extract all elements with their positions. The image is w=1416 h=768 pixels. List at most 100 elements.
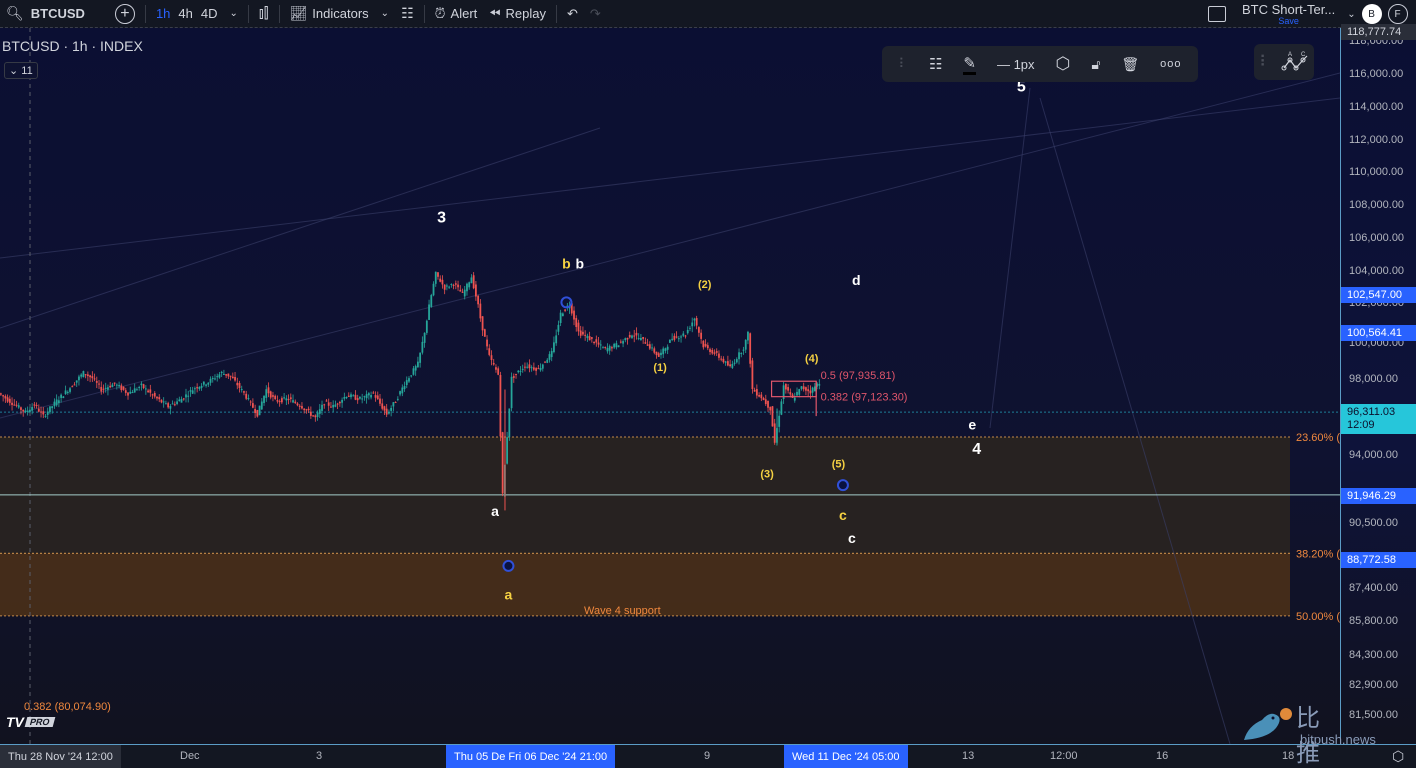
candle-body-320 (713, 352, 716, 354)
candle-body-71 (158, 397, 161, 400)
divider (144, 4, 146, 23)
candle-body-137 (305, 409, 308, 411)
fullscreen-icon[interactable] (1208, 6, 1226, 22)
candle-body-247 (550, 351, 553, 358)
retracement-box (770, 380, 817, 398)
axis-settings-icon[interactable]: ⬡ (1392, 748, 1404, 765)
candle-body-130 (289, 397, 292, 400)
candle-body-146 (325, 400, 328, 402)
redo-button[interactable]: ↷ (584, 0, 607, 28)
candle-body-109 (243, 391, 245, 393)
add-to-favorites-icon[interactable]: ☷ (929, 55, 942, 73)
candle-body-263 (586, 335, 589, 339)
candle-body-36 (80, 374, 83, 377)
candle-body-25 (55, 399, 58, 406)
chevron-down-icon: ⌄ (9, 65, 19, 77)
candle-body-22 (49, 406, 51, 413)
candle-body-17 (37, 408, 40, 412)
chart-type-button[interactable]: ⫾⫿ (253, 0, 275, 28)
more-icon[interactable]: ooo (1160, 58, 1181, 70)
candle-body-86 (191, 390, 194, 394)
candle-body-41 (91, 376, 94, 379)
price-tick-label: 114,000.00 (1349, 100, 1404, 113)
candle-body-174 (388, 412, 390, 414)
price-level-badge: 88,772.58 (1341, 552, 1416, 569)
candle-body-98 (218, 374, 221, 378)
templates-button[interactable]: ☷ (395, 0, 420, 28)
settings-hexagon-icon[interactable]: ⬡ (1056, 54, 1071, 74)
indicator-count: 11 (21, 65, 33, 77)
elliott-wave-tool-button[interactable]: ⠇ AC (1254, 44, 1314, 80)
line-width-button[interactable]: — 1px (997, 57, 1035, 72)
candle-body-223 (497, 368, 500, 375)
unlock-icon[interactable]: 🔓︎ (1091, 56, 1100, 73)
interval-1h[interactable]: 1h (150, 0, 176, 28)
candle-body-115 (256, 409, 259, 417)
interval-4h[interactable]: 4h (176, 0, 194, 28)
alert-label: Alert (450, 6, 478, 21)
layout-name: BTC Short-Ter... (1242, 1, 1336, 17)
chart-pane[interactable]: 0.5 (97,935.81) 0.382 (97,123.30) 23.60% (… (0, 28, 1340, 744)
candle-body-270 (602, 347, 604, 349)
candle-body-138 (307, 408, 310, 411)
candle-body-116 (258, 405, 261, 416)
time-range-badge: Thu 05 De Fri 06 Dec '24 21:00 (446, 745, 616, 768)
candle-body-2 (4, 396, 7, 399)
replay-button[interactable]: ⏪︎ Replay (483, 0, 552, 28)
candle-body-299 (666, 346, 669, 350)
candle-body-268 (597, 342, 600, 345)
layout-dropdown-chevron-icon[interactable]: ⌄ (1347, 9, 1355, 20)
line-width-label: 1px (1013, 56, 1035, 72)
candle-body-126 (280, 398, 283, 403)
candle-body-33 (73, 384, 76, 386)
candle-body-57 (127, 392, 129, 396)
alarm-clock-icon: ⏰︎ (434, 5, 446, 21)
candle-body-11 (24, 410, 27, 412)
divider (247, 4, 249, 23)
alert-button[interactable]: ⏰︎ Alert (429, 0, 484, 28)
candle-body-309 (689, 327, 691, 329)
avatar-b[interactable]: B (1361, 4, 1382, 24)
drag-handle-icon[interactable]: ⠇ (898, 56, 908, 72)
price-axis[interactable]: 118,000.00 116,000.00 114,000.00 112,000.00… (1340, 24, 1416, 744)
candle-body-31 (69, 388, 71, 392)
undo-button[interactable]: ↶ (561, 0, 584, 28)
plus-circle-icon: + (114, 3, 135, 24)
wave-label-1: b (562, 256, 571, 272)
candle-body-23 (51, 406, 54, 409)
pencil-icon[interactable]: ✎ (963, 54, 976, 75)
chart-canvas[interactable]: 0.5 (97,935.81) 0.382 (97,123.30) 23.60% (… (0, 28, 1340, 744)
candle-body-262 (584, 334, 587, 336)
fib-label-3: 0.382 (80,074.90) (24, 701, 111, 713)
symbol-search-button[interactable]: 🔍︎ BTCUSD (0, 0, 91, 28)
candle-body-286 (637, 338, 640, 340)
compare-add-button[interactable]: + (109, 0, 141, 28)
trash-icon[interactable]: 🗑︎ (1121, 56, 1139, 73)
legend-collapse-button[interactable]: ⌄ 11 (4, 62, 38, 79)
candle-body-350 (780, 401, 783, 415)
interval-4d[interactable]: 4D (195, 0, 224, 28)
indicators-button[interactable]: 📈︎ Indicators (284, 0, 375, 28)
candle-body-201 (448, 286, 451, 288)
indicators-dropdown-chevron-icon[interactable]: ⌄ (375, 0, 395, 28)
candle-body-42 (93, 378, 96, 380)
save-button[interactable]: Save (1242, 16, 1335, 26)
avatar-f[interactable]: F (1387, 4, 1408, 24)
layout-name-button[interactable]: BTC Short-Ter... Save (1242, 3, 1335, 26)
interval-dropdown-chevron-icon[interactable]: ⌄ (224, 0, 244, 28)
candle-body-12 (26, 410, 29, 412)
candle-body-67 (149, 389, 152, 393)
candle-body-305 (680, 336, 682, 338)
drag-handle-icon: ⠇ (1259, 54, 1271, 71)
candle-body-186 (414, 366, 417, 371)
candle-body-360 (802, 386, 805, 390)
candle-body-14 (31, 407, 34, 411)
candle-body-280 (624, 338, 627, 341)
wave-label-14: a (491, 503, 499, 519)
candle-body-353 (787, 387, 789, 391)
candle-body-104 (231, 376, 234, 379)
time-axis[interactable]: ⬡ Thu 28 Nov '24 12:00 Dec 3 Thu 05 De Fri … (0, 744, 1416, 768)
candle-body-261 (582, 331, 584, 335)
svg-text:C: C (1301, 52, 1306, 58)
candle-body-154 (343, 397, 346, 399)
